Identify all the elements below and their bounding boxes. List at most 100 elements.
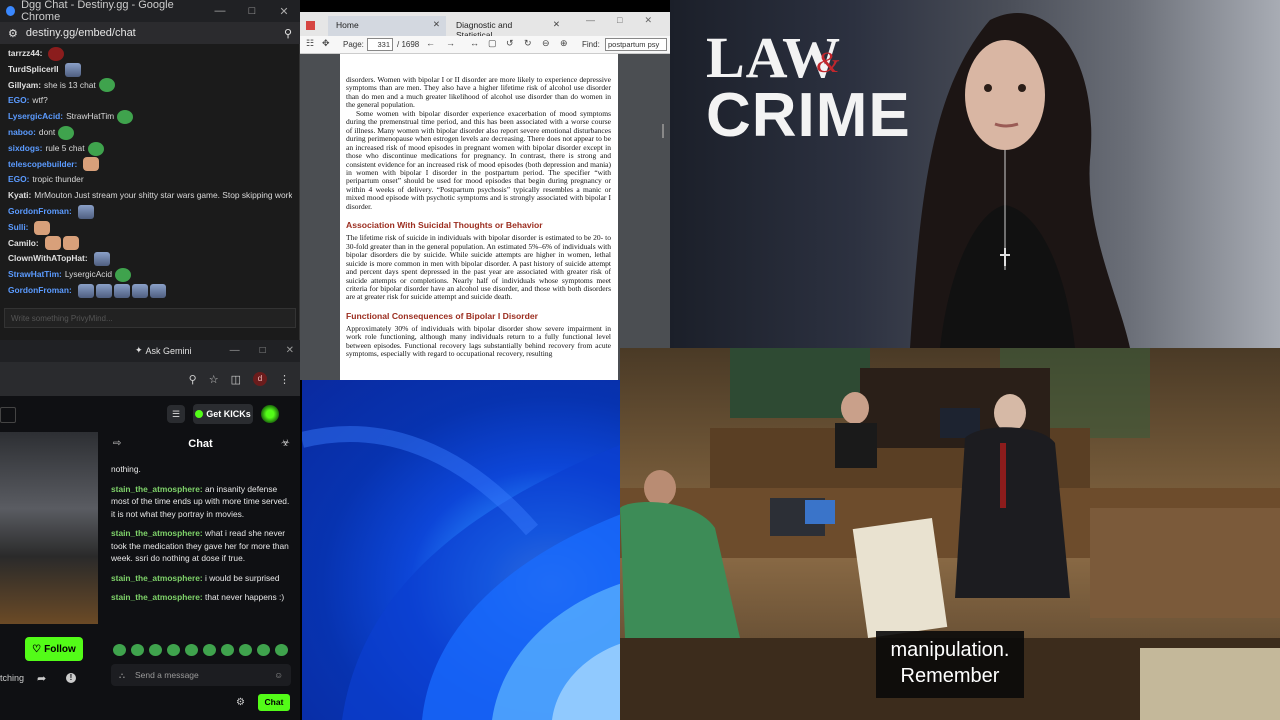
pepe-emote-icon: [115, 268, 131, 283]
desktop-wallpaper: [302, 380, 622, 720]
pdf-document-view[interactable]: disorders. Women with bipolar I or II di…: [300, 54, 670, 380]
stream-video[interactable]: [0, 432, 98, 624]
chat-username[interactable]: Camilo:: [8, 236, 39, 252]
page-number-input[interactable]: 331: [367, 38, 393, 51]
chat-username[interactable]: stain_the_atmosphere:: [111, 528, 203, 538]
sidebar-icon[interactable]: ☷: [306, 38, 314, 49]
emoji-icon[interactable]: ☺: [274, 670, 283, 680]
tab-home-label: Home: [336, 20, 359, 30]
hand-emote-icon: [83, 157, 100, 172]
follow-button[interactable]: ♡ Follow: [25, 637, 83, 661]
tab-document[interactable]: Diagnostic and Statistical... ✕: [448, 16, 566, 40]
emote-icon[interactable]: [239, 644, 252, 656]
info-icon[interactable]: !: [66, 673, 76, 683]
bloom-wallpaper-graphic: [302, 426, 622, 720]
scrollbar[interactable]: [662, 124, 664, 138]
face-emote-icon: [131, 283, 148, 298]
emote-bar[interactable]: [113, 644, 293, 658]
chat-username[interactable]: stain_the_atmosphere:: [111, 573, 203, 583]
emote-icon[interactable]: [113, 644, 126, 656]
chat-username[interactable]: GordonFroman:: [8, 283, 72, 299]
fit-width-icon[interactable]: ↔: [470, 38, 479, 48]
menu-icon[interactable]: ☰: [167, 405, 185, 423]
close-tab-icon[interactable]: ✕: [553, 19, 560, 30]
tab-home[interactable]: Home ✕: [328, 16, 446, 36]
share-icon[interactable]: ➦: [37, 672, 46, 685]
rotate-right-icon[interactable]: ↻: [524, 38, 532, 49]
zoom-icon[interactable]: ⚲: [189, 373, 197, 386]
chat-username[interactable]: EGO:: [8, 172, 29, 188]
courtroom-video[interactable]: manipulation. Remember: [620, 348, 1280, 720]
close-tab-icon[interactable]: ✕: [433, 19, 440, 30]
find-input[interactable]: postpartum psy: [605, 38, 667, 51]
minimize-icon[interactable]: —: [204, 5, 236, 18]
checkbox-icon[interactable]: [0, 407, 16, 423]
url-text[interactable]: destiny.gg/embed/chat: [26, 27, 276, 39]
profile-avatar[interactable]: d: [253, 372, 267, 386]
chat-username[interactable]: stain_the_atmosphere:: [111, 484, 203, 494]
emote-icon[interactable]: [131, 644, 144, 656]
caption-line: manipulation.: [890, 639, 1010, 661]
chat-username[interactable]: sixdogs:: [8, 141, 42, 157]
previous-page-icon[interactable]: ←: [426, 38, 435, 48]
maximize-icon[interactable]: □: [236, 5, 268, 18]
bookmark-star-icon[interactable]: ☆: [209, 373, 219, 386]
send-message-input[interactable]: ⛬ Send a message ☺: [111, 664, 291, 686]
chat-username[interactable]: Gillyam:: [8, 78, 41, 94]
emote-icon[interactable]: [149, 644, 162, 656]
find-label: Find:: [582, 40, 600, 49]
chat-username[interactable]: StrawHatTim:: [8, 267, 62, 283]
chat-username[interactable]: LysergicAcid:: [8, 109, 63, 125]
window-title: Dgg Chat - Destiny.gg - Google Chrome: [21, 0, 174, 23]
emote-icon[interactable]: [257, 644, 270, 656]
rotate-left-icon[interactable]: ↺: [506, 38, 514, 49]
hand-emote-icon: [34, 220, 51, 235]
chat-username[interactable]: ClownWithATopHat:: [8, 251, 88, 267]
chat-username[interactable]: Sulli:: [8, 220, 28, 236]
get-kicks-button[interactable]: Get KICKs: [193, 404, 253, 424]
more-menu-icon[interactable]: ⋮: [279, 373, 290, 386]
ask-gemini-button[interactable]: ✦ Ask Gemini: [135, 345, 192, 356]
user-avatar[interactable]: [261, 405, 279, 423]
emote-icon[interactable]: [185, 644, 198, 656]
chat-username[interactable]: telescopebuilder:: [8, 157, 77, 173]
face-emote-icon: [113, 283, 130, 298]
zoom-icon[interactable]: ⚲: [284, 27, 292, 40]
address-bar[interactable]: ⚙ destiny.gg/embed/chat ⚲: [0, 22, 300, 44]
chat-username[interactable]: stain_the_atmosphere:: [111, 592, 203, 602]
chat-username[interactable]: EGO:: [8, 93, 29, 109]
chat-username[interactable]: naboo:: [8, 125, 36, 141]
chat-username[interactable]: TurdSplicerII: [8, 62, 59, 78]
emote-icon[interactable]: [275, 644, 288, 656]
maximize-icon[interactable]: □: [260, 345, 266, 356]
close-icon[interactable]: ✕: [644, 15, 652, 26]
chat-message: Camilo:: [8, 236, 292, 252]
law-crime-video[interactable]: LAW & CRIME: [670, 0, 1280, 348]
extensions-icon[interactable]: ◫: [231, 373, 241, 386]
site-settings-icon[interactable]: ⚙: [8, 27, 18, 40]
chat-message: Kyati: MrMouton Just stream your shitty s…: [8, 188, 292, 204]
chat-send-button[interactable]: Chat: [258, 694, 290, 711]
minimize-icon[interactable]: —: [230, 345, 240, 356]
chat-users-icon[interactable]: ☣: [281, 438, 290, 449]
chat-username[interactable]: GordonFroman:: [8, 204, 72, 220]
emote-icon[interactable]: [221, 644, 234, 656]
gear-icon[interactable]: ⚙: [236, 697, 245, 708]
close-icon[interactable]: ✕: [268, 5, 300, 18]
destiny-chat-window: Dgg Chat - Destiny.gg - Google Chrome — …: [0, 0, 300, 340]
close-icon[interactable]: ✕: [286, 345, 294, 356]
chat-username[interactable]: Kyati:: [8, 188, 31, 204]
hand-tool-icon[interactable]: ✥: [322, 38, 330, 49]
emote-icon[interactable]: [203, 644, 216, 656]
chat-input[interactable]: Write something PrivyMind...: [4, 308, 296, 328]
fit-page-icon[interactable]: ▢: [488, 38, 497, 49]
minimize-icon[interactable]: —: [586, 15, 595, 26]
next-page-icon[interactable]: →: [446, 38, 455, 48]
emote-icon[interactable]: [167, 644, 180, 656]
maximize-icon[interactable]: □: [617, 15, 622, 26]
zoom-out-icon[interactable]: ⊖: [542, 38, 550, 49]
face-emote-icon: [93, 252, 110, 267]
face-emote-icon: [77, 204, 94, 219]
zoom-in-icon[interactable]: ⊕: [560, 38, 568, 49]
chat-username[interactable]: tarrzz44:: [8, 46, 42, 62]
